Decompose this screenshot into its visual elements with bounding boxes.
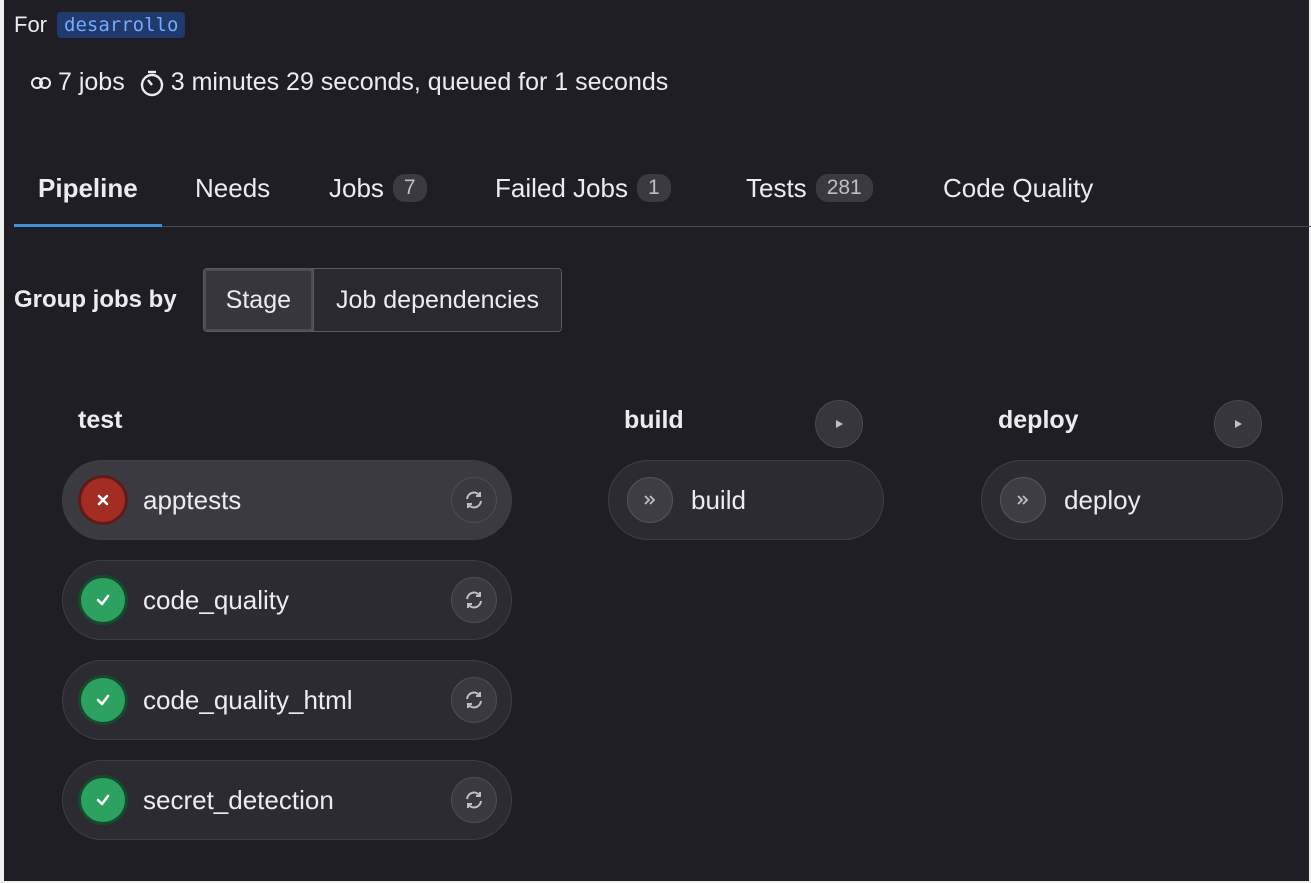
- tab-code-quality-label: Code Quality: [943, 172, 1094, 203]
- jobs-count: 7 jobs: [58, 68, 125, 96]
- play-icon: [836, 420, 843, 428]
- tab-jobs-label: Jobs: [329, 172, 384, 203]
- pipeline-meta: 7 jobs 3 minutes 29 seconds, queued for …: [30, 68, 668, 97]
- job-deploy[interactable]: deploy: [981, 460, 1283, 540]
- job-name: deploy: [1064, 484, 1141, 515]
- stage-title-test: test: [78, 406, 123, 434]
- retry-icon[interactable]: [451, 477, 497, 523]
- job-name: code_quality: [143, 584, 289, 615]
- tab-tests[interactable]: Tests 281: [746, 150, 873, 226]
- job-name: build: [691, 484, 746, 515]
- retry-icon[interactable]: [451, 677, 497, 723]
- for-label: For: [14, 12, 47, 37]
- job-name: secret_detection: [143, 784, 334, 815]
- retry-icon[interactable]: [451, 577, 497, 623]
- stage-title-deploy: deploy: [998, 406, 1079, 434]
- job-build[interactable]: build: [608, 460, 884, 540]
- tab-jobs[interactable]: Jobs 7: [329, 150, 427, 226]
- job-secret-detection[interactable]: secret_detection: [62, 760, 512, 840]
- run-stage-build-button[interactable]: [815, 400, 863, 448]
- group-jobs-toggle: Stage Job dependencies: [202, 268, 562, 332]
- tab-pipeline[interactable]: Pipeline: [14, 150, 162, 227]
- failed-status-icon: [81, 478, 125, 522]
- tab-code-quality[interactable]: Code Quality: [943, 150, 1093, 226]
- manual-status-icon: [1000, 477, 1046, 523]
- tab-failed-jobs-label: Failed Jobs: [495, 172, 628, 203]
- group-by-dependencies-button[interactable]: Job dependencies: [314, 269, 561, 331]
- job-apptests[interactable]: apptests: [62, 460, 512, 540]
- pipeline-tabs: Pipeline Needs Jobs 7 Failed Jobs 1 Test…: [14, 150, 1311, 227]
- group-jobs-control: Group jobs by Stage Job dependencies: [14, 268, 562, 332]
- job-code-quality-html[interactable]: code_quality_html: [62, 660, 512, 740]
- retry-icon[interactable]: [451, 777, 497, 823]
- tab-pipeline-label: Pipeline: [38, 172, 138, 203]
- manual-status-icon: [627, 477, 673, 523]
- success-status-icon: [81, 778, 125, 822]
- stopwatch-icon: [139, 69, 165, 97]
- tab-failed-jobs[interactable]: Failed Jobs 1: [495, 150, 671, 226]
- stage-title-build: build: [624, 406, 684, 434]
- tab-jobs-count: 7: [392, 174, 427, 202]
- job-name: code_quality_html: [143, 684, 353, 715]
- pipeline-jobs-icon: [30, 75, 52, 91]
- tab-tests-count: 281: [815, 174, 873, 202]
- success-status-icon: [81, 578, 125, 622]
- window-border-left: [0, 0, 4, 883]
- success-status-icon: [81, 678, 125, 722]
- tab-tests-label: Tests: [746, 172, 807, 203]
- job-name: apptests: [143, 484, 242, 515]
- ref-row: For desarrollo: [14, 12, 186, 38]
- tab-needs[interactable]: Needs: [195, 150, 270, 226]
- pipeline-duration: 3 minutes 29 seconds, queued for 1 secon…: [170, 68, 669, 96]
- job-code-quality[interactable]: code_quality: [62, 560, 512, 640]
- branch-ref-link[interactable]: desarrollo: [57, 12, 186, 38]
- tab-needs-label: Needs: [195, 172, 271, 203]
- tab-failed-jobs-count: 1: [636, 174, 671, 202]
- group-by-stage-button[interactable]: Stage: [203, 269, 315, 331]
- group-jobs-label: Group jobs by: [14, 286, 177, 313]
- play-icon: [1235, 420, 1242, 428]
- run-stage-deploy-button[interactable]: [1214, 400, 1262, 448]
